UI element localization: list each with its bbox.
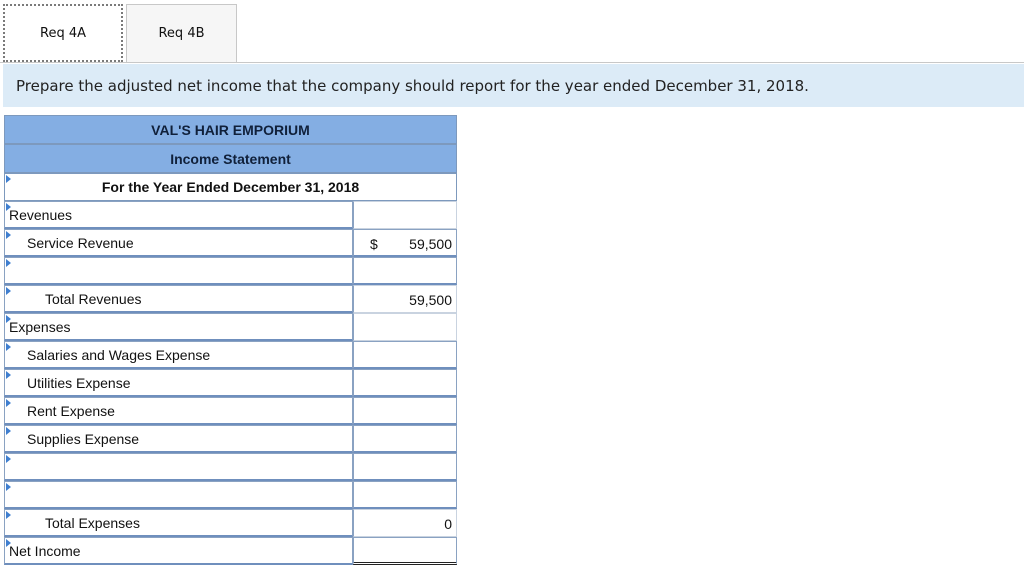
total-revenues-label-cell[interactable]: Total Revenues (4, 285, 353, 313)
input-marker-icon (6, 203, 11, 211)
net-income-row: Net Income (4, 537, 457, 565)
expense-label-cell[interactable]: Utilities Expense (4, 369, 353, 397)
instruction-banner: Prepare the adjusted net income that the… (3, 64, 1024, 107)
total-revenues-label: Total Revenues (45, 290, 142, 307)
tab-req-4a[interactable]: Req 4A (3, 4, 123, 62)
expenses-label: Expenses (9, 318, 71, 335)
input-marker-icon (6, 287, 11, 295)
expense-label: Supplies Expense (27, 430, 140, 447)
total-revenues-row: Total Revenues 59,500 (4, 285, 457, 313)
total-expenses-row: Total Expenses 0 (4, 509, 457, 537)
expense-label-cell[interactable]: Rent Expense (4, 397, 353, 425)
revenues-header-row: Revenues (4, 201, 457, 229)
input-marker-icon (6, 455, 11, 463)
revenues-label: Revenues (9, 206, 73, 223)
company-name-header: VAL'S HAIR EMPORIUM (4, 115, 457, 144)
expense-label-input[interactable] (4, 481, 353, 509)
expense-amount-input[interactable] (353, 481, 457, 509)
input-marker-icon (6, 231, 11, 239)
total-revenues-amount-cell: 59,500 (353, 285, 457, 313)
total-expenses-amount-cell: 0 (353, 509, 457, 537)
net-income-amount-input[interactable] (353, 537, 457, 565)
service-revenue-row: Service Revenue $ 59,500 (4, 229, 457, 257)
net-income-label-cell[interactable]: Net Income (4, 537, 353, 565)
expense-row: Supplies Expense (4, 425, 457, 453)
input-marker-icon (6, 315, 11, 323)
expense-label-input[interactable] (4, 453, 353, 481)
service-revenue-label-cell[interactable]: Service Revenue (4, 229, 353, 257)
total-expenses-label: Total Expenses (45, 514, 140, 531)
expense-amount-input[interactable] (353, 369, 457, 397)
input-marker-icon (6, 371, 11, 379)
input-marker-icon (6, 427, 11, 435)
input-marker-icon (6, 511, 11, 519)
service-revenue-label: Service Revenue (27, 234, 134, 251)
revenue-blank-row (4, 257, 457, 285)
instruction-text: Prepare the adjusted net income that the… (16, 76, 809, 95)
tab-divider (0, 62, 1024, 63)
net-income-label: Net Income (9, 542, 81, 559)
expense-row (4, 481, 457, 509)
service-revenue-amount-input[interactable]: $ 59,500 (353, 229, 457, 257)
expense-label-cell[interactable]: Supplies Expense (4, 425, 353, 453)
revenue-blank-label-input[interactable] (4, 257, 353, 285)
company-name: VAL'S HAIR EMPORIUM (151, 121, 310, 138)
statement-period-header[interactable]: For the Year Ended December 31, 2018 (4, 173, 457, 201)
expense-label: Rent Expense (27, 402, 115, 419)
expense-amount-input[interactable] (353, 341, 457, 369)
expenses-label-cell[interactable]: Expenses (4, 313, 353, 341)
expense-amount-input[interactable] (353, 397, 457, 425)
expense-amount-input[interactable] (353, 425, 457, 453)
input-marker-icon (6, 175, 11, 183)
expense-label: Utilities Expense (27, 374, 131, 391)
expense-row: Salaries and Wages Expense (4, 341, 457, 369)
expense-row (4, 453, 457, 481)
statement-period: For the Year Ended December 31, 2018 (101, 179, 360, 195)
total-expenses-value: 0 (444, 516, 452, 532)
service-revenue-value: 59,500 (409, 236, 452, 252)
expenses-amount-cell (353, 313, 457, 341)
statement-title-header: Income Statement (4, 144, 457, 173)
expense-label-cell[interactable]: Salaries and Wages Expense (4, 341, 353, 369)
total-expenses-label-cell[interactable]: Total Expenses (4, 509, 353, 537)
currency-symbol: $ (370, 236, 378, 252)
revenues-label-cell[interactable]: Revenues (4, 201, 353, 229)
tab-req-4b[interactable]: Req 4B (126, 4, 237, 62)
input-marker-icon (6, 259, 11, 267)
expense-amount-input[interactable] (353, 453, 457, 481)
expense-row: Utilities Expense (4, 369, 457, 397)
total-revenues-value: 59,500 (409, 292, 452, 308)
expense-label: Salaries and Wages Expense (27, 346, 211, 363)
input-marker-icon (6, 399, 11, 407)
statement-title: Income Statement (170, 150, 291, 167)
revenue-blank-amount-input[interactable] (353, 257, 457, 285)
expense-row: Rent Expense (4, 397, 457, 425)
expenses-header-row: Expenses (4, 313, 457, 341)
input-marker-icon (6, 343, 11, 351)
input-marker-icon (6, 483, 11, 491)
input-marker-icon (6, 539, 11, 547)
revenues-amount-cell (353, 201, 457, 229)
